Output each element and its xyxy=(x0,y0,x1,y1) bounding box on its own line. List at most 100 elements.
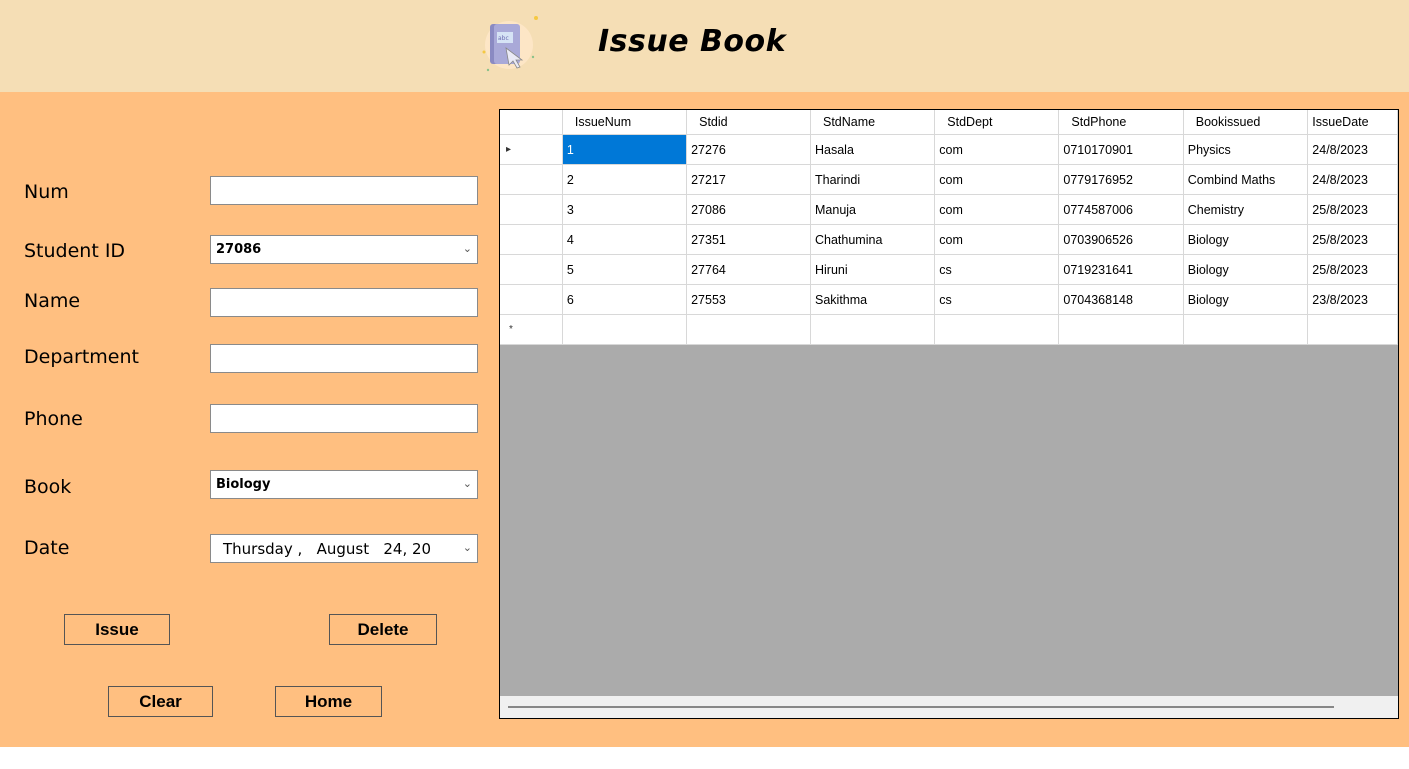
new-row[interactable]: * xyxy=(500,314,1398,345)
table-cell[interactable]: 25/8/2023 xyxy=(1307,224,1398,255)
date-picker[interactable]: Thursday , August 24, 20 ⌄ xyxy=(210,534,478,563)
table-cell[interactable]: Hiruni xyxy=(810,254,936,285)
chevron-down-icon[interactable]: ⌄ xyxy=(460,541,472,554)
table-cell[interactable]: cs xyxy=(934,254,1060,285)
table-row[interactable]: ▸ 1 27276 Hasala com 0710170901 Physics … xyxy=(500,134,1398,165)
column-header[interactable]: Stdid xyxy=(686,110,811,135)
table-cell[interactable]: 27764 xyxy=(686,254,811,285)
table-cell[interactable]: 27276 xyxy=(686,134,811,165)
table-cell[interactable]: cs xyxy=(934,284,1060,315)
table-cell[interactable]: 24/8/2023 xyxy=(1307,164,1398,195)
footer-strip xyxy=(0,747,1409,769)
horizontal-scrollbar[interactable] xyxy=(500,696,1398,718)
table-cell[interactable]: 25/8/2023 xyxy=(1307,194,1398,225)
table-cell[interactable]: Manuja xyxy=(810,194,936,225)
grid-table: IssueNum Stdid StdName StdDept StdPhone … xyxy=(500,110,1398,345)
current-row-indicator-icon[interactable]: ▸ xyxy=(500,134,563,165)
table-cell[interactable]: 0719231641 xyxy=(1058,254,1184,285)
column-header[interactable]: Bookissued xyxy=(1183,110,1309,135)
table-cell[interactable]: 0703906526 xyxy=(1058,224,1184,255)
issued-books-grid[interactable]: IssueNum Stdid StdName StdDept StdPhone … xyxy=(499,109,1399,719)
table-cell[interactable]: Hasala xyxy=(810,134,936,165)
table-cell[interactable]: 0704368148 xyxy=(1058,284,1184,315)
table-cell[interactable]: Biology xyxy=(1183,284,1309,315)
num-input[interactable] xyxy=(210,176,478,205)
table-cell[interactable] xyxy=(686,314,811,345)
row-header[interactable] xyxy=(500,164,563,195)
table-cell[interactable]: 0774587006 xyxy=(1058,194,1184,225)
table-cell[interactable]: 6 xyxy=(562,284,688,315)
row-header[interactable] xyxy=(500,254,563,285)
student-id-value: 27086 xyxy=(216,242,262,257)
scrollbar-thumb[interactable] xyxy=(508,706,1334,708)
row-header[interactable] xyxy=(500,224,563,255)
table-cell[interactable]: 25/8/2023 xyxy=(1307,254,1398,285)
chevron-down-icon[interactable]: ⌄ xyxy=(463,477,472,490)
table-cell[interactable] xyxy=(934,314,1060,345)
book-label: Book xyxy=(24,476,72,498)
row-header[interactable] xyxy=(500,284,563,315)
column-header[interactable]: StdDept xyxy=(934,110,1060,135)
table-cell[interactable]: 27553 xyxy=(686,284,811,315)
table-cell[interactable]: com xyxy=(934,194,1060,225)
table-cell[interactable]: 5 xyxy=(562,254,688,285)
table-cell[interactable]: Tharindi xyxy=(810,164,936,195)
phone-label: Phone xyxy=(24,408,83,430)
page-title: Issue Book xyxy=(598,24,787,59)
book-value: Biology xyxy=(216,477,271,492)
table-cell[interactable] xyxy=(1307,314,1398,345)
name-label: Name xyxy=(24,290,81,312)
table-cell[interactable]: 1 xyxy=(562,134,688,165)
table-cell[interactable]: 27086 xyxy=(686,194,811,225)
table-cell[interactable]: Biology xyxy=(1183,224,1309,255)
table-cell[interactable]: Chathumina xyxy=(810,224,936,255)
table-cell[interactable] xyxy=(1183,314,1309,345)
table-cell[interactable]: 24/8/2023 xyxy=(1307,134,1398,165)
column-header[interactable]: IssueNum xyxy=(562,110,688,135)
department-input[interactable] xyxy=(210,344,478,373)
table-cell[interactable] xyxy=(562,314,688,345)
column-header[interactable]: IssueDate xyxy=(1307,110,1398,135)
phone-input[interactable] xyxy=(210,404,478,433)
table-cell[interactable]: 0710170901 xyxy=(1058,134,1184,165)
date-label: Date xyxy=(24,537,70,559)
department-label: Department xyxy=(24,346,139,368)
table-cell[interactable]: com xyxy=(934,134,1060,165)
table-cell[interactable]: Combind Maths xyxy=(1183,164,1309,195)
clear-button[interactable]: Clear xyxy=(108,686,213,717)
table-cell[interactable]: 4 xyxy=(562,224,688,255)
table-row[interactable]: 6 27553 Sakithma cs 0704368148 Biology 2… xyxy=(500,284,1398,315)
table-row[interactable]: 4 27351 Chathumina com 0703906526 Biolog… xyxy=(500,224,1398,255)
table-cell[interactable]: com xyxy=(934,224,1060,255)
home-button[interactable]: Home xyxy=(275,686,382,717)
header-bar: abc Issue Book xyxy=(0,0,1409,92)
table-cell[interactable] xyxy=(810,314,936,345)
table-cell[interactable]: 3 xyxy=(562,194,688,225)
table-cell[interactable]: 0779176952 xyxy=(1058,164,1184,195)
student-id-combobox[interactable]: 27086 ⌄ xyxy=(210,235,478,264)
table-cell[interactable]: Sakithma xyxy=(810,284,936,315)
table-row[interactable]: 2 27217 Tharindi com 0779176952 Combind … xyxy=(500,164,1398,195)
chevron-down-icon[interactable]: ⌄ xyxy=(463,242,472,255)
table-cell[interactable]: Physics xyxy=(1183,134,1309,165)
name-input[interactable] xyxy=(210,288,478,317)
book-combobox[interactable]: Biology ⌄ xyxy=(210,470,478,499)
table-cell[interactable]: 27351 xyxy=(686,224,811,255)
issue-button[interactable]: Issue xyxy=(64,614,170,645)
delete-button[interactable]: Delete xyxy=(329,614,437,645)
table-cell[interactable]: com xyxy=(934,164,1060,195)
table-cell[interactable]: Chemistry xyxy=(1183,194,1309,225)
row-header-corner xyxy=(500,110,563,135)
table-cell[interactable] xyxy=(1058,314,1184,345)
new-row-indicator-icon[interactable]: * xyxy=(500,314,563,345)
table-cell[interactable]: 27217 xyxy=(686,164,811,195)
table-cell[interactable]: Biology xyxy=(1183,254,1309,285)
column-header[interactable]: StdName xyxy=(810,110,936,135)
num-label: Num xyxy=(24,181,69,203)
row-header[interactable] xyxy=(500,194,563,225)
table-row[interactable]: 5 27764 Hiruni cs 0719231641 Biology 25/… xyxy=(500,254,1398,285)
table-cell[interactable]: 23/8/2023 xyxy=(1307,284,1398,315)
table-cell[interactable]: 2 xyxy=(562,164,688,195)
table-row[interactable]: 3 27086 Manuja com 0774587006 Chemistry … xyxy=(500,194,1398,225)
column-header[interactable]: StdPhone xyxy=(1058,110,1184,135)
